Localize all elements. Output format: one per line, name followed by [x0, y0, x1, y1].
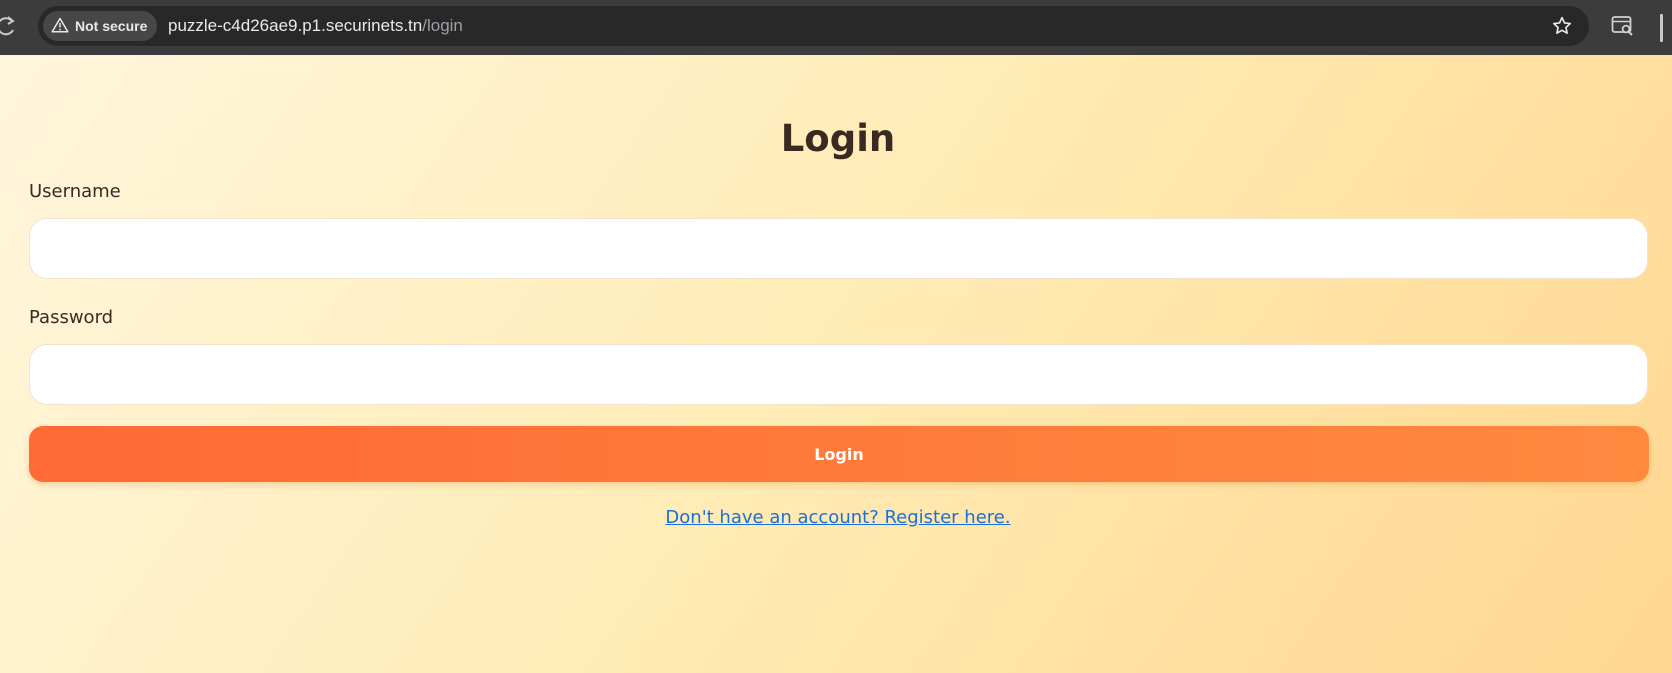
password-input[interactable]	[29, 344, 1648, 405]
security-label: Not secure	[75, 18, 148, 34]
side-panel-search-icon[interactable]	[1611, 15, 1635, 37]
register-link[interactable]: Don't have an account? Register here.	[665, 507, 1010, 528]
url-host: puzzle-c4d26ae9.p1.securinets.tn	[168, 16, 423, 35]
password-label: Password	[29, 307, 114, 328]
security-indicator[interactable]: Not secure	[43, 11, 158, 41]
username-input[interactable]	[29, 218, 1648, 279]
browser-toolbar: Not secure puzzle-c4d26ae9.p1.securinets…	[0, 0, 1672, 55]
page-title: Login	[780, 117, 896, 160]
url-path: /login	[422, 16, 463, 35]
reload-icon[interactable]	[0, 13, 18, 39]
window-edge-divider	[1660, 14, 1663, 42]
warning-icon	[51, 17, 69, 36]
address-bar[interactable]: Not secure puzzle-c4d26ae9.p1.securinets…	[38, 6, 1589, 46]
login-page: Login Username Password Login Don't have…	[0, 55, 1672, 673]
register-link-container: Don't have an account? Register here.	[0, 507, 1672, 528]
bookmark-star-icon[interactable]	[1551, 15, 1573, 37]
url-text[interactable]: puzzle-c4d26ae9.p1.securinets.tn/login	[168, 6, 463, 46]
username-label: Username	[29, 181, 121, 202]
login-button[interactable]: Login	[29, 426, 1649, 482]
